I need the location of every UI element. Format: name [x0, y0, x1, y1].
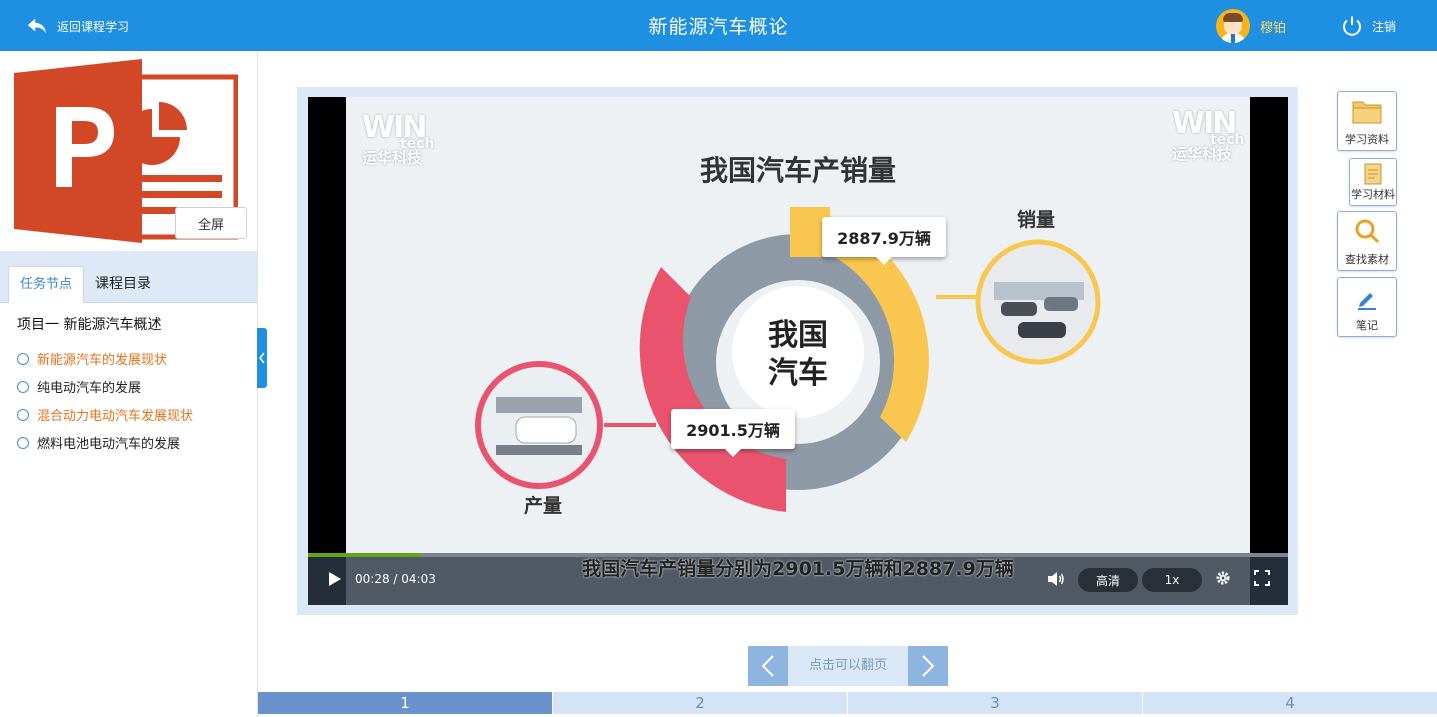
- radio-circle-icon: [17, 352, 29, 365]
- radio-circle-icon: [17, 408, 29, 421]
- folder-icon: [1352, 101, 1382, 124]
- video-subtitle: 我国汽车产销量分别为2901.5万辆和2887.9万辆: [582, 558, 1014, 580]
- user-name: 穆铂: [1260, 20, 1287, 36]
- project-title: 项目一 新能源汽车概述: [17, 317, 162, 333]
- prev-page-button[interactable]: [748, 646, 788, 686]
- sales-label: 销量: [1017, 209, 1056, 231]
- sales-photo: [975, 239, 1101, 365]
- search-assets-label: 查找素材: [1345, 253, 1389, 266]
- task-label: 燃料电池电动汽车的发展: [37, 437, 181, 452]
- notes-label: 笔记: [1356, 319, 1378, 332]
- next-page-button[interactable]: [908, 646, 948, 686]
- task-item[interactable]: 纯电动汽车的发展: [17, 377, 141, 396]
- avatar: [1216, 9, 1250, 43]
- task-label: 新能源汽车的发展现状: [37, 353, 168, 368]
- search-assets-button[interactable]: 查找素材: [1337, 211, 1397, 271]
- video-frame: WIN tech 运华科技 WIN tech 运华科技 我国汽车产销量 我国 汽…: [346, 97, 1250, 605]
- search-icon: [1355, 219, 1380, 244]
- power-icon: [1343, 16, 1361, 36]
- chevron-left-icon: [762, 655, 774, 677]
- production-callout: 2901.5万辆: [671, 409, 795, 457]
- collapse-sidebar-button[interactable]: [257, 328, 267, 388]
- notes-button[interactable]: 笔记: [1337, 277, 1397, 337]
- video-player[interactable]: WIN tech 运华科技 WIN tech 运华科技 我国汽车产销量 我国 汽…: [308, 97, 1288, 605]
- page-tab-3[interactable]: 3: [847, 692, 1142, 714]
- page-tab-1[interactable]: 1: [258, 692, 552, 714]
- task-item[interactable]: 新能源汽车的发展现状: [17, 349, 167, 368]
- study-resources-button[interactable]: 学习资料: [1337, 91, 1397, 151]
- page-flipper: 点击可以翻页: [748, 646, 948, 686]
- study-materials-button[interactable]: 学习材料: [1349, 158, 1397, 206]
- study-resources-label: 学习资料: [1345, 133, 1389, 146]
- center-label: 我国 汽车: [768, 318, 828, 391]
- study-materials-label: 学习材料: [1351, 188, 1395, 201]
- left-panel: 全屏 任务节点 课程目录 项目一 新能源汽车概述 新能源汽车的发展现状 纯电动汽…: [0, 51, 258, 717]
- chevron-left-icon: [259, 352, 265, 364]
- tab-task-nodes[interactable]: 任务节点: [8, 266, 84, 303]
- sales-callout: 2887.9万辆: [822, 217, 946, 265]
- user-profile[interactable]: 穆铂: [1216, 9, 1286, 43]
- page-tabs: 1 2 3 4: [258, 692, 1437, 714]
- top-bar: 返回课程学习 新能源汽车概论 穆铂 注销: [0, 0, 1437, 51]
- production-label: 产量: [524, 495, 563, 517]
- radio-circle-icon: [17, 436, 29, 449]
- flip-hint: 点击可以翻页: [808, 658, 887, 673]
- chevron-right-icon: [922, 655, 934, 677]
- tab-course-catalog[interactable]: 课程目录: [90, 266, 156, 302]
- page-tab-4[interactable]: 4: [1142, 692, 1437, 714]
- fullscreen-button[interactable]: 全屏: [175, 207, 247, 239]
- sidebar-tabs: 任务节点 课程目录: [0, 251, 257, 303]
- logout-button[interactable]: 注销: [1340, 14, 1396, 38]
- logout-label: 注销: [1372, 19, 1397, 34]
- radio-circle-icon: [17, 380, 29, 393]
- task-label: 纯电动汽车的发展: [37, 381, 142, 396]
- task-item[interactable]: 燃料电池电动汽车的发展: [17, 433, 180, 452]
- pencil-icon: [1358, 293, 1376, 310]
- task-label: 混合动力电动汽车发展现状: [37, 409, 194, 424]
- task-item[interactable]: 混合动力电动汽车发展现状: [17, 405, 193, 424]
- document-icon: [1364, 163, 1382, 185]
- page-tab-2[interactable]: 2: [552, 692, 847, 714]
- player-frame: WIN tech 运华科技 WIN tech 运华科技 我国汽车产销量 我国 汽…: [297, 87, 1298, 615]
